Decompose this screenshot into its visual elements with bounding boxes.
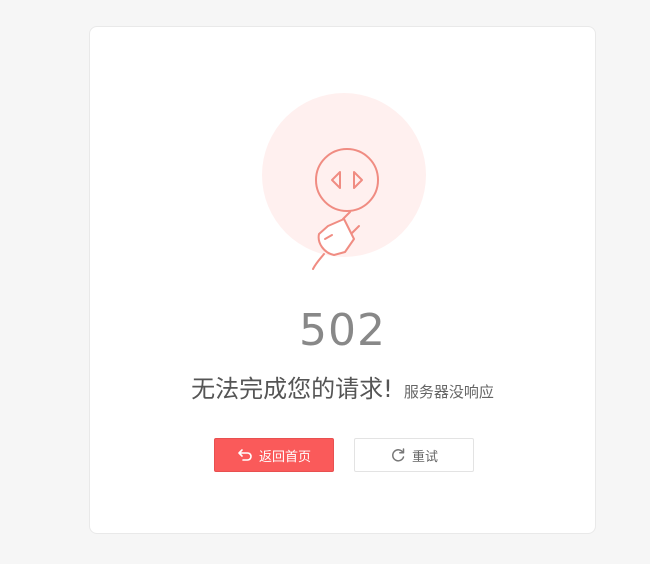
retry-button[interactable]: 重试 <box>354 438 474 472</box>
back-home-label: 返回首页 <box>258 449 311 465</box>
error-page: 502 无法完成您的请求! 服务器没响应 返回首页 重试 <box>0 0 650 564</box>
error-card: 502 无法完成您的请求! 服务器没响应 返回首页 重试 <box>89 26 596 534</box>
refresh-icon <box>390 447 406 463</box>
retry-label: 重试 <box>411 449 438 465</box>
unplugged-socket-icon <box>262 93 426 273</box>
return-arrow-icon <box>237 447 253 463</box>
error-code: 502 <box>299 305 386 356</box>
back-home-button[interactable]: 返回首页 <box>214 438 334 472</box>
error-message: 无法完成您的请求! <box>191 375 393 403</box>
error-message-row: 无法完成您的请求! 服务器没响应 <box>90 369 595 404</box>
error-detail: 服务器没响应 <box>403 383 494 401</box>
